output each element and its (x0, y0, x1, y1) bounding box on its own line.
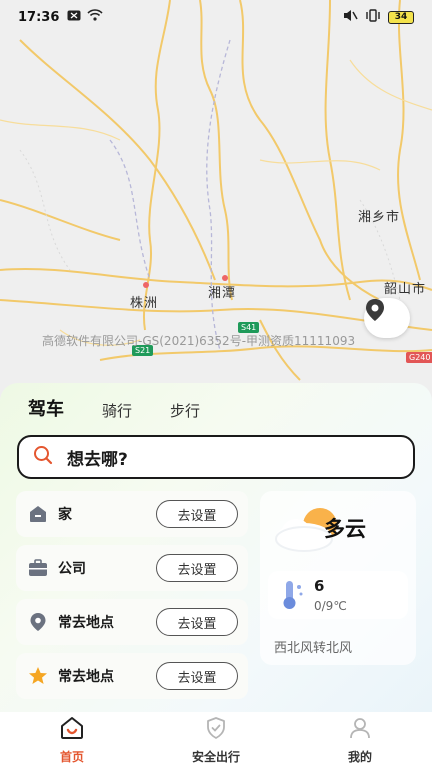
map-copyright: 高德软件有限公司-GS(2021)6352号-甲测资质11111093 (42, 334, 356, 348)
place-item-frequent-1[interactable]: 常去地点 去设置 (16, 599, 248, 645)
status-time: 17:36 (18, 9, 60, 25)
temperature-card: 6 0/9℃ (268, 571, 408, 619)
weather-condition: 多云 (324, 517, 366, 541)
city-label-zhuzhou: 株洲 (130, 296, 159, 311)
briefcase-icon (28, 558, 48, 578)
city-label-xiangtan: 湘潭 (208, 286, 237, 301)
set-frequent-1-button[interactable]: 去设置 (156, 608, 238, 636)
travel-mode-tabs: 驾车 骑行 步行 (28, 395, 200, 421)
nav-home-label: 首页 (59, 750, 84, 764)
temperature-now: 6 (314, 577, 325, 595)
status-bar: 17:36 34 (0, 0, 432, 34)
home-nav-icon (59, 716, 85, 744)
search-icon (33, 445, 53, 469)
wind-direction: 西北风转北风 (274, 641, 353, 656)
user-icon (348, 716, 372, 744)
bottom-nav: 首页 安全出行 我的 (0, 712, 432, 768)
place-item-frequent-2[interactable]: 常去地点 去设置 (16, 653, 248, 699)
road-badge-g240: G240 (406, 352, 432, 363)
battery-icon: 34 (388, 10, 414, 24)
search-placeholder: 想去哪? (67, 449, 128, 470)
place-label-home: 家 (58, 507, 72, 523)
locate-button[interactable] (364, 298, 410, 338)
nav-safety-label: 安全出行 (191, 750, 240, 764)
place-item-company[interactable]: 公司 去设置 (16, 545, 248, 591)
place-list: 家 去设置 公司 去设置 常去地点 去设置 常去地点 去设置 (16, 491, 248, 707)
home-icon (28, 504, 48, 524)
mute-icon (342, 9, 358, 26)
nav-mine-label: 我的 (347, 750, 372, 764)
wifi-icon (87, 9, 103, 25)
nav-mine[interactable]: 我的 (288, 712, 432, 768)
message-icon (67, 10, 81, 25)
map-view[interactable]: 湘乡市 株洲 湘潭 韶山市 S41 S21 G240 高德软件有限公司-GS(2… (0, 0, 432, 400)
weather-card[interactable]: 多云 6 0/9℃ 西北风转北风 (260, 491, 416, 665)
place-item-home[interactable]: 家 去设置 (16, 491, 248, 537)
set-home-button[interactable]: 去设置 (156, 500, 238, 528)
place-label-frequent-1: 常去地点 (58, 615, 114, 631)
bottom-sheet: 驾车 骑行 步行 想去哪? 家 去设置 公司 去设置 常去地点 去设置 常去地点… (0, 383, 432, 713)
place-label-company: 公司 (58, 561, 86, 577)
tab-walk[interactable]: 步行 (170, 400, 200, 421)
tab-drive[interactable]: 驾车 (28, 395, 64, 421)
temperature-range: 0/9℃ (314, 599, 347, 613)
place-label-frequent-2: 常去地点 (58, 669, 114, 685)
city-label-xiangxiang: 湘乡市 (358, 210, 401, 225)
set-frequent-2-button[interactable]: 去设置 (156, 662, 238, 690)
vibrate-icon (364, 8, 382, 26)
shield-icon (204, 716, 228, 744)
search-input[interactable]: 想去哪? (17, 435, 415, 479)
set-company-button[interactable]: 去设置 (156, 554, 238, 582)
thermometer-icon (280, 579, 306, 615)
location-pin-icon (28, 612, 48, 632)
nav-safety[interactable]: 安全出行 (144, 712, 288, 768)
nav-home[interactable]: 首页 (0, 712, 144, 768)
star-icon (28, 666, 48, 686)
tab-ride[interactable]: 骑行 (102, 400, 132, 421)
city-label-shaoshan: 韶山市 (384, 282, 427, 297)
